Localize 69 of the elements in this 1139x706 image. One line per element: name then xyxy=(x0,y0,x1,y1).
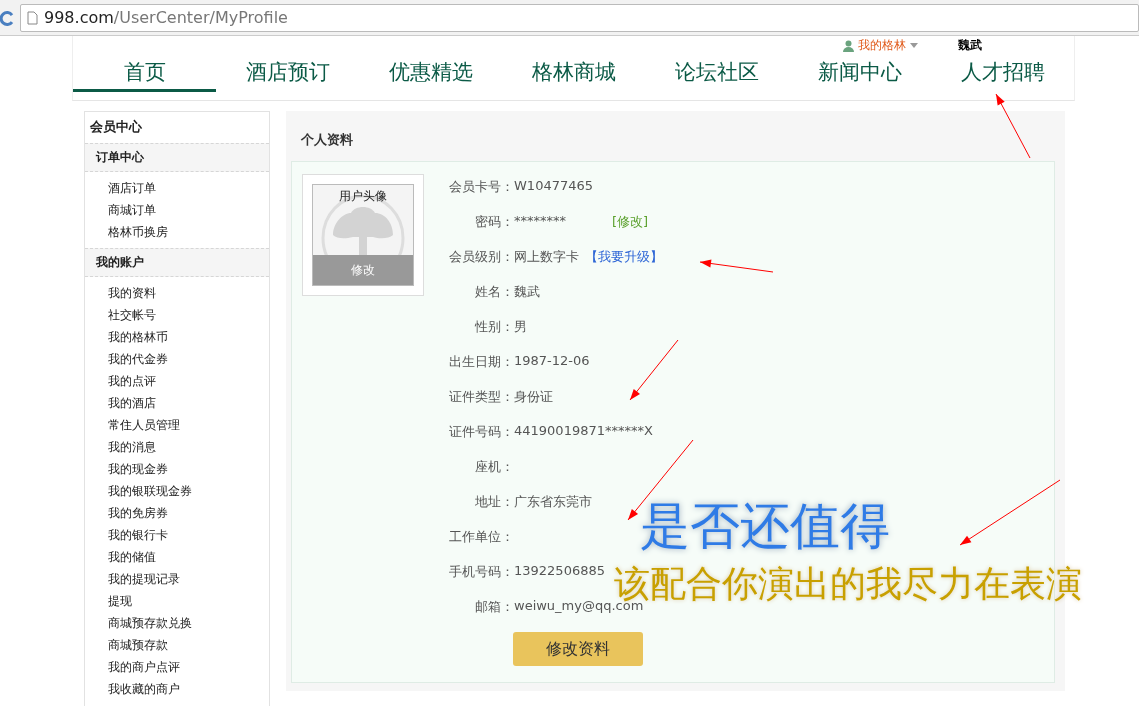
field-value: 网上数字卡 xyxy=(514,248,579,266)
field-label: 会员级别： xyxy=(449,248,514,266)
nav-tab[interactable]: 人才招聘 xyxy=(931,56,1074,92)
field-label: 密码： xyxy=(474,213,514,231)
field-value: 13922506885 xyxy=(514,563,605,578)
reload-icon[interactable] xyxy=(0,8,14,27)
sidebar-item[interactable]: 我的提现记录 xyxy=(108,568,269,590)
nav-tab[interactable]: 酒店预订 xyxy=(216,56,359,92)
field-label: 证件号码： xyxy=(449,423,514,441)
nav-tab[interactable]: 论坛社区 xyxy=(645,56,788,92)
nav-tab[interactable]: 优惠精选 xyxy=(359,56,502,92)
sidebar-item[interactable]: 常住人员管理 xyxy=(108,414,269,436)
sidebar-item[interactable]: 我的银联现金券 xyxy=(108,480,269,502)
sidebar-item[interactable]: 商城订单 xyxy=(108,199,269,221)
sidebar-item[interactable]: 我的商户点评 xyxy=(108,656,269,678)
sidebar-item[interactable]: 我的资料 xyxy=(108,282,269,304)
field-value: 身份证 xyxy=(514,388,553,406)
field-label: 会员卡号： xyxy=(449,178,514,196)
sidebar-title: 会员中心 xyxy=(89,118,143,136)
user-menu-link[interactable]: 我的格林 xyxy=(843,37,918,54)
upgrade-link[interactable]: 【我要升级】 xyxy=(585,248,663,266)
nav-tab[interactable]: 格林商城 xyxy=(502,56,645,92)
sidebar-item[interactable]: 我的格林币 xyxy=(108,326,269,348)
field-value: 44190019871******X xyxy=(514,423,653,438)
sidebar-item[interactable]: 提现 xyxy=(108,590,269,612)
page-icon xyxy=(27,10,38,25)
sidebar-item[interactable]: 我的免房券 xyxy=(108,502,269,524)
field-label: 地址： xyxy=(474,493,514,511)
field-value: ******** xyxy=(514,213,566,228)
sidebar-section-heading: 订单中心 xyxy=(85,143,269,172)
field-label: 座机： xyxy=(474,458,514,476)
annotation-arrow xyxy=(995,93,1031,159)
sidebar-item[interactable]: 酒店订单 xyxy=(108,177,269,199)
user-icon xyxy=(843,39,854,52)
caret-icon xyxy=(910,43,918,48)
field-value: 魏武 xyxy=(514,283,540,301)
sidebar-item[interactable]: 我的银行卡 xyxy=(108,524,269,546)
field-value: 广东省东莞市 xyxy=(514,493,592,511)
annotation-caption: 是否还值得 xyxy=(640,496,890,557)
sidebar-item[interactable]: 我的代金券 xyxy=(108,348,269,370)
sidebar-item[interactable]: 社交帐号 xyxy=(108,304,269,326)
field-label: 性别： xyxy=(474,318,514,336)
field-value: 1987-12-06 xyxy=(514,353,590,368)
sidebar-item[interactable]: 我的储值 xyxy=(108,546,269,568)
sidebar-item[interactable]: 我的酒店 xyxy=(108,392,269,414)
address-bar[interactable]: 998.com/UserCenter/MyProfile xyxy=(20,3,1139,32)
nav-tab[interactable]: 首页 xyxy=(73,56,216,92)
sidebar-item[interactable]: 我收藏的商户 xyxy=(108,678,269,700)
annotation-arrow xyxy=(629,339,679,401)
nav-tab[interactable]: 新闻中心 xyxy=(788,56,931,92)
field-label: 姓名： xyxy=(474,283,514,301)
sidebar-item[interactable]: 我的消息 xyxy=(108,436,269,458)
field-label: 邮箱： xyxy=(474,598,514,616)
field-value: 男 xyxy=(514,318,527,336)
sidebar-section-heading: 我的账户 xyxy=(85,248,269,277)
sidebar-item[interactable]: 我的点评 xyxy=(108,370,269,392)
field-label: 出生日期： xyxy=(449,353,514,371)
sidebar-item[interactable]: 格林币换房 xyxy=(108,221,269,243)
sidebar-item[interactable]: 我的现金券 xyxy=(108,458,269,480)
sidebar-item[interactable]: 商城预存款 xyxy=(108,634,269,656)
panel-title: 个人资料 xyxy=(300,131,354,149)
field-label: 工作单位： xyxy=(449,528,514,546)
edit-profile-button[interactable]: 修改资料 xyxy=(513,632,643,666)
field-label: 证件类型： xyxy=(449,388,514,406)
sidebar-item[interactable]: 商城预存款兑换 xyxy=(108,612,269,634)
field-value: W10477465 xyxy=(514,178,594,193)
field-label: 手机号码： xyxy=(449,563,514,581)
avatar-caption: 用户头像 xyxy=(339,188,387,205)
user-name: 魏武 xyxy=(958,37,982,54)
